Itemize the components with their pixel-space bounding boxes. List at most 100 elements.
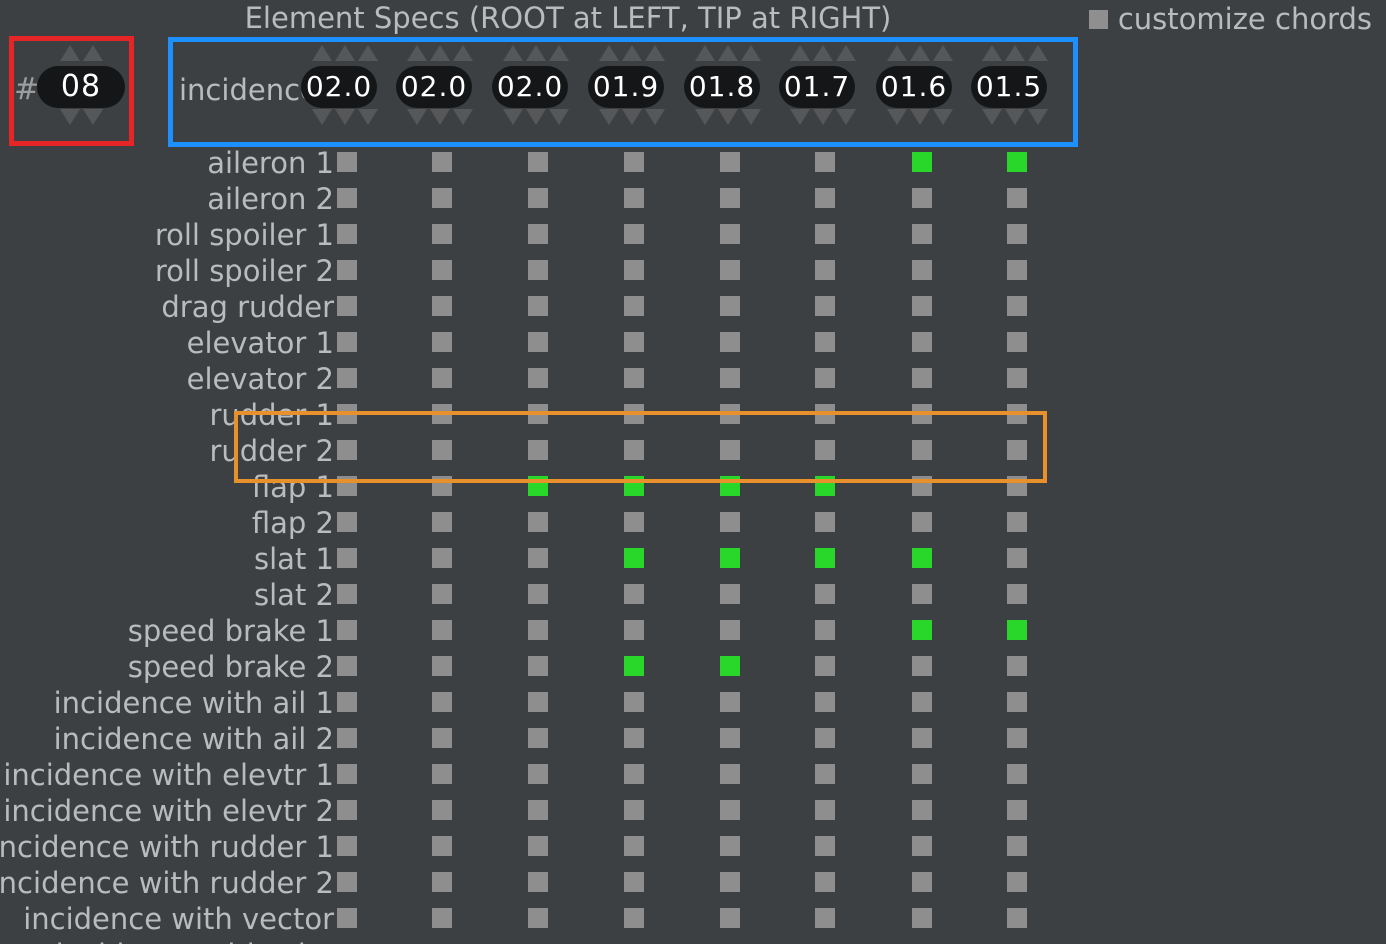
arrow-up-icon[interactable] (645, 45, 665, 61)
cell-4-1[interactable] (432, 296, 452, 316)
incidence-spinner-1[interactable]: 02.0 (396, 45, 484, 129)
cell-10-1[interactable] (432, 512, 452, 532)
cell-3-6[interactable] (912, 260, 932, 280)
cell-12-6[interactable] (912, 584, 932, 604)
spinner-down-row[interactable] (492, 109, 580, 129)
cell-17-2[interactable] (528, 764, 548, 784)
cell-15-3[interactable] (624, 692, 644, 712)
cell-17-3[interactable] (624, 764, 644, 784)
incidence-spinner-0[interactable]: 02.0 (301, 45, 389, 129)
cell-11-5[interactable] (815, 548, 835, 568)
incidence-value-2[interactable]: 02.0 (492, 66, 568, 108)
cell-11-1[interactable] (432, 548, 452, 568)
incidence-spinner-4[interactable]: 01.8 (684, 45, 772, 129)
arrow-down-icon[interactable] (358, 109, 378, 125)
cell-2-7[interactable] (1007, 224, 1027, 244)
cell-18-7[interactable] (1007, 800, 1027, 820)
cell-11-6[interactable] (912, 548, 932, 568)
cell-7-4[interactable] (720, 404, 740, 424)
cell-9-6[interactable] (912, 476, 932, 496)
spinner-up-row[interactable] (588, 45, 676, 65)
cell-0-4[interactable] (720, 152, 740, 172)
incidence-value-6[interactable]: 01.6 (876, 66, 952, 108)
cell-17-7[interactable] (1007, 764, 1027, 784)
cell-10-7[interactable] (1007, 512, 1027, 532)
incidence-value-4[interactable]: 01.8 (684, 66, 760, 108)
cell-14-6[interactable] (912, 656, 932, 676)
spinner-up-row[interactable] (492, 45, 580, 65)
cell-0-2[interactable] (528, 152, 548, 172)
cell-3-7[interactable] (1007, 260, 1027, 280)
spinner-up-row[interactable] (876, 45, 964, 65)
arrow-down-icon[interactable] (695, 109, 715, 125)
cell-2-1[interactable] (432, 224, 452, 244)
cell-13-1[interactable] (432, 620, 452, 640)
cell-0-0[interactable] (337, 152, 357, 172)
cell-15-4[interactable] (720, 692, 740, 712)
cell-16-5[interactable] (815, 728, 835, 748)
spinner-down-row[interactable] (301, 109, 389, 129)
cell-20-2[interactable] (528, 872, 548, 892)
arrow-down-icon[interactable] (599, 109, 619, 125)
cell-18-6[interactable] (912, 800, 932, 820)
arrow-down-icon[interactable] (1005, 109, 1025, 125)
cell-1-3[interactable] (624, 188, 644, 208)
incidence-value-5[interactable]: 01.7 (779, 66, 855, 108)
cell-19-0[interactable] (337, 836, 357, 856)
cell-1-7[interactable] (1007, 188, 1027, 208)
cell-2-3[interactable] (624, 224, 644, 244)
cell-16-6[interactable] (912, 728, 932, 748)
cell-4-6[interactable] (912, 296, 932, 316)
incidence-spinner-7[interactable]: 01.5 (971, 45, 1059, 129)
cell-7-3[interactable] (624, 404, 644, 424)
cell-19-6[interactable] (912, 836, 932, 856)
arrow-up-icon[interactable] (933, 45, 953, 61)
cell-18-5[interactable] (815, 800, 835, 820)
arrow-up-icon[interactable] (622, 45, 642, 61)
cell-5-3[interactable] (624, 332, 644, 352)
spinner-up-row[interactable] (396, 45, 484, 65)
arrow-up-icon[interactable] (1028, 45, 1048, 61)
cell-12-2[interactable] (528, 584, 548, 604)
cell-5-6[interactable] (912, 332, 932, 352)
arrow-up-icon[interactable] (813, 45, 833, 61)
cell-9-0[interactable] (337, 476, 357, 496)
incidence-spinner-6[interactable]: 01.6 (876, 45, 964, 129)
spinner-up-row[interactable] (971, 45, 1059, 65)
cell-7-6[interactable] (912, 404, 932, 424)
cell-7-0[interactable] (337, 404, 357, 424)
cell-3-4[interactable] (720, 260, 740, 280)
cell-13-2[interactable] (528, 620, 548, 640)
cell-6-5[interactable] (815, 368, 835, 388)
cell-19-5[interactable] (815, 836, 835, 856)
arrow-down-icon[interactable] (312, 109, 332, 125)
cell-8-6[interactable] (912, 440, 932, 460)
spinner-up-row[interactable] (301, 45, 389, 65)
cell-21-5[interactable] (815, 908, 835, 928)
arrow-down-icon[interactable] (622, 109, 642, 125)
cell-15-2[interactable] (528, 692, 548, 712)
cell-5-7[interactable] (1007, 332, 1027, 352)
cell-0-6[interactable] (912, 152, 932, 172)
cell-21-1[interactable] (432, 908, 452, 928)
arrow-up-icon[interactable] (599, 45, 619, 61)
cell-9-3[interactable] (624, 476, 644, 496)
cell-0-3[interactable] (624, 152, 644, 172)
cell-6-7[interactable] (1007, 368, 1027, 388)
arrow-up-icon[interactable] (741, 45, 761, 61)
cell-13-6[interactable] (912, 620, 932, 640)
arrow-down-icon[interactable] (910, 109, 930, 125)
customize-chords-option[interactable]: customize chords (1089, 2, 1372, 36)
cell-12-0[interactable] (337, 584, 357, 604)
cell-8-5[interactable] (815, 440, 835, 460)
cell-0-1[interactable] (432, 152, 452, 172)
cell-1-0[interactable] (337, 188, 357, 208)
cell-14-0[interactable] (337, 656, 357, 676)
cell-21-2[interactable] (528, 908, 548, 928)
cell-7-1[interactable] (432, 404, 452, 424)
cell-3-2[interactable] (528, 260, 548, 280)
cell-15-6[interactable] (912, 692, 932, 712)
cell-20-3[interactable] (624, 872, 644, 892)
cell-21-6[interactable] (912, 908, 932, 928)
cell-18-0[interactable] (337, 800, 357, 820)
